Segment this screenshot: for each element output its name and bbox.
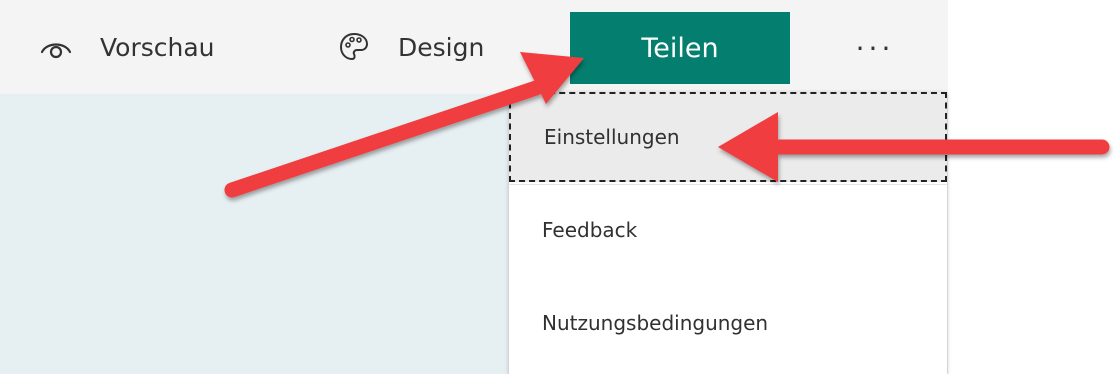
- menu-item-feedback[interactable]: Feedback: [509, 184, 947, 274]
- menu-item-label: Feedback: [542, 217, 638, 242]
- eye-icon: [36, 27, 76, 67]
- menu-item-settings[interactable]: Einstellungen: [509, 92, 947, 182]
- palette-icon: [334, 27, 374, 67]
- more-options-menu: Einstellungen Feedback Nutzungsbedingung…: [509, 92, 947, 374]
- preview-label: Vorschau: [100, 32, 215, 62]
- design-label: Design: [398, 32, 485, 62]
- more-dots-icon: ···: [855, 31, 895, 65]
- share-button[interactable]: Teilen: [570, 12, 790, 84]
- more-options-button[interactable]: ···: [840, 12, 910, 84]
- menu-item-label: Einstellungen: [544, 125, 680, 149]
- toolbar: Vorschau Design Teilen ···: [0, 0, 948, 94]
- preview-button[interactable]: Vorschau: [36, 0, 215, 94]
- menu-item-terms[interactable]: Nutzungsbedingungen: [509, 278, 947, 368]
- design-button[interactable]: Design: [334, 0, 484, 94]
- menu-item-label: Nutzungsbedingungen: [542, 311, 769, 335]
